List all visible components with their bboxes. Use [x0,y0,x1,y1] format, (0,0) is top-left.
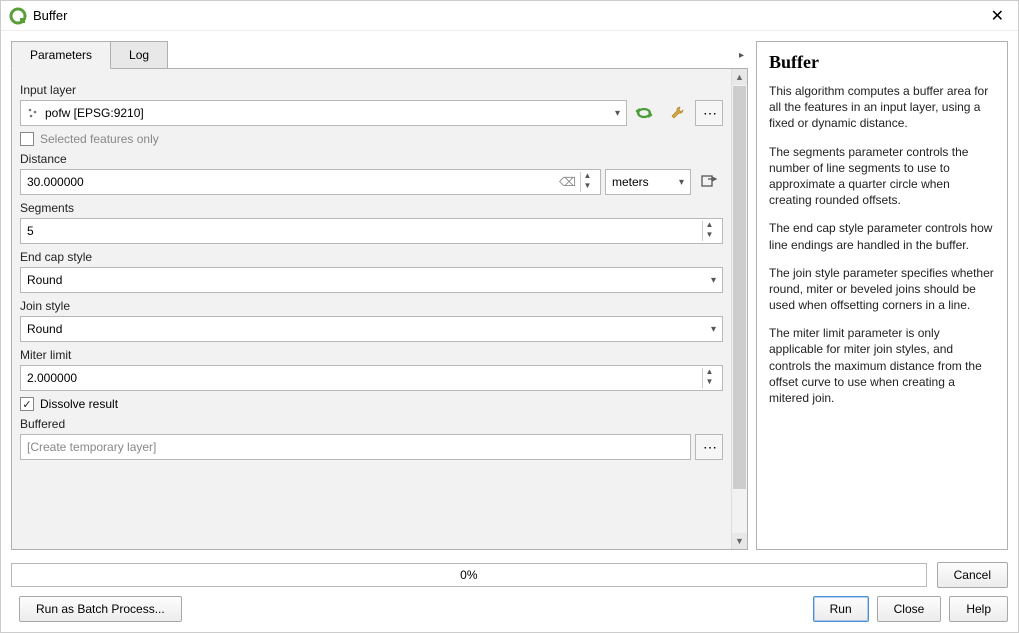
miter-limit-spinner[interactable]: ▲▼ [702,368,716,388]
distance-label: Distance [20,152,723,166]
dialog-window: Buffer ✕ Parameters Log ▸ Input layer [0,0,1019,633]
titlebar: Buffer ✕ [1,1,1018,31]
tabs: Parameters Log [11,41,168,69]
dissolve-row: Dissolve result [20,397,723,411]
scroll-thumb[interactable] [733,86,746,489]
collapse-help-panel-icon[interactable]: ▸ [735,48,748,63]
point-layer-icon [27,107,39,119]
segments-input[interactable]: 5 ▲▼ [20,218,723,244]
iterate-button[interactable] [631,100,659,126]
distance-spinner[interactable]: ▲▼ [580,172,594,192]
progress-bar: 0% [11,563,927,587]
selected-features-label: Selected features only [40,132,159,146]
help-button[interactable]: Help [949,596,1008,622]
scroll-down-icon[interactable]: ▼ [732,533,747,549]
window-title: Buffer [33,8,985,23]
run-button[interactable]: Run [813,596,869,622]
tab-log[interactable]: Log [110,41,168,69]
scroll-track[interactable] [732,85,747,533]
ellipsis-icon [703,441,715,453]
scroll-up-icon[interactable]: ▲ [732,69,747,85]
form-area: Input layer pofw [EPSG:9210] ▾ [12,69,731,549]
miter-limit-value: 2.000000 [27,371,77,385]
clear-distance-icon[interactable]: ⌫ [555,175,580,189]
chevron-down-icon: ▾ [679,177,684,188]
segments-spinner[interactable]: ▲▼ [702,221,716,241]
progress-row: 0% Cancel [1,562,1018,588]
progress-text: 0% [460,568,477,582]
form-scrollbar[interactable]: ▲ ▼ [731,69,747,549]
help-paragraph: The miter limit parameter is only applic… [769,325,995,406]
close-button[interactable]: Close [877,596,942,622]
chevron-down-icon: ▾ [711,324,716,335]
selected-features-row: Selected features only [20,132,723,146]
distance-input[interactable]: 30.000000 ⌫ ▲▼ [20,169,601,195]
join-style-value: Round [27,322,62,336]
input-layer-value: pofw [EPSG:9210] [45,106,144,120]
segments-label: Segments [20,201,723,215]
advanced-options-button[interactable] [663,100,691,126]
data-defined-distance-button[interactable] [695,169,723,195]
browse-layer-button[interactable] [695,100,723,126]
footer-row: Run as Batch Process... Run Close Help [1,596,1018,632]
end-cap-label: End cap style [20,250,723,264]
parameters-panel: Input layer pofw [EPSG:9210] ▾ [11,68,748,550]
buffered-label: Buffered [20,417,723,431]
end-cap-value: Round [27,273,62,287]
help-paragraph: The segments parameter controls the numb… [769,144,995,209]
selected-features-checkbox[interactable] [20,132,34,146]
miter-limit-input[interactable]: 2.000000 ▲▼ [20,365,723,391]
help-paragraph: The end cap style parameter controls how… [769,220,995,252]
buffered-placeholder: [Create temporary layer] [27,440,684,454]
buffered-output-input[interactable]: [Create temporary layer] [20,434,691,460]
segments-value: 5 [27,224,34,238]
browse-output-button[interactable] [695,434,723,460]
run-as-batch-button[interactable]: Run as Batch Process... [19,596,182,622]
chevron-down-icon: ▾ [615,108,620,119]
end-cap-combo[interactable]: Round ▾ [20,267,723,293]
ellipsis-icon [703,107,715,119]
help-paragraph: The join style parameter specifies wheth… [769,265,995,314]
dissolve-checkbox[interactable] [20,397,34,411]
tab-parameters[interactable]: Parameters [11,41,111,69]
dissolve-label: Dissolve result [40,397,118,411]
content-area: Parameters Log ▸ Input layer pofw [EPSG:… [1,31,1018,560]
close-icon[interactable]: ✕ [985,4,1010,28]
help-title: Buffer [769,52,995,73]
help-paragraph: This algorithm computes a buffer area fo… [769,83,995,132]
wrench-icon [668,104,686,122]
distance-unit-value: meters [612,175,649,189]
input-layer-combo[interactable]: pofw [EPSG:9210] ▾ [20,100,627,126]
cancel-button[interactable]: Cancel [937,562,1008,588]
join-style-label: Join style [20,299,723,313]
iterate-icon [634,104,656,122]
tabs-row: Parameters Log ▸ [11,41,748,69]
help-panel: Buffer This algorithm computes a buffer … [756,41,1008,550]
chevron-down-icon: ▾ [711,275,716,286]
input-layer-label: Input layer [20,83,723,97]
distance-unit-select[interactable]: meters ▾ [605,169,691,195]
distance-value: 30.000000 [27,175,555,189]
left-column: Parameters Log ▸ Input layer pofw [EPSG:… [11,41,748,550]
qgis-logo-icon [9,7,27,25]
join-style-combo[interactable]: Round ▾ [20,316,723,342]
data-defined-icon [700,174,718,190]
miter-limit-label: Miter limit [20,348,723,362]
